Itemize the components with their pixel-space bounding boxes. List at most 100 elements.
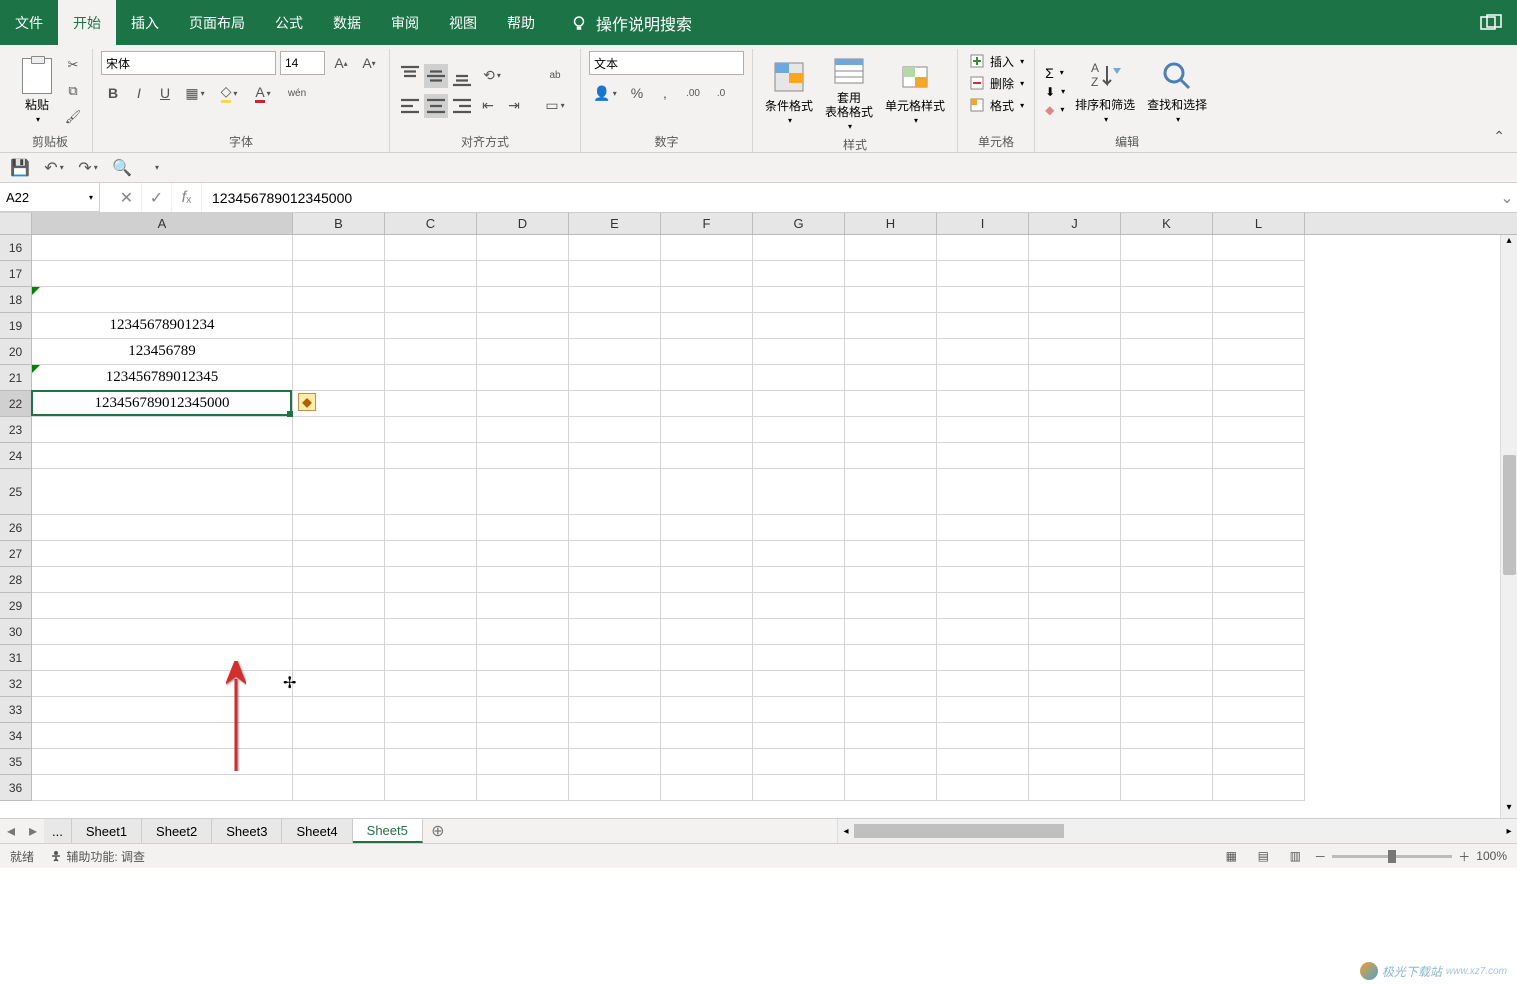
- cell-K17[interactable]: [1121, 261, 1213, 287]
- cell-L27[interactable]: [1213, 541, 1305, 567]
- cell-C19[interactable]: [385, 313, 477, 339]
- cell-L22[interactable]: [1213, 391, 1305, 417]
- cell-I36[interactable]: [937, 775, 1029, 801]
- cell-F28[interactable]: [661, 567, 753, 593]
- pinyin-button[interactable]: wén: [281, 81, 313, 105]
- name-box[interactable]: A22 ▾: [0, 183, 100, 212]
- cell-D17[interactable]: [477, 261, 569, 287]
- cell-K26[interactable]: [1121, 515, 1213, 541]
- row-header-30[interactable]: 30: [0, 619, 32, 645]
- cell-H36[interactable]: [845, 775, 937, 801]
- cell-K22[interactable]: [1121, 391, 1213, 417]
- row-header-28[interactable]: 28: [0, 567, 32, 593]
- cell-I20[interactable]: [937, 339, 1029, 365]
- normal-view-button[interactable]: ▦: [1218, 847, 1244, 865]
- cell-H34[interactable]: [845, 723, 937, 749]
- cell-D31[interactable]: [477, 645, 569, 671]
- select-all-button[interactable]: [0, 213, 32, 234]
- cell-C20[interactable]: [385, 339, 477, 365]
- cell-C25[interactable]: [385, 469, 477, 515]
- cell-E20[interactable]: [569, 339, 661, 365]
- row-header-33[interactable]: 33: [0, 697, 32, 723]
- cell-E34[interactable]: [569, 723, 661, 749]
- share-button[interactable]: [1480, 0, 1502, 45]
- cell-G18[interactable]: [753, 287, 845, 313]
- paste-button[interactable]: 粘贴 ▾: [16, 56, 58, 126]
- cell-D16[interactable]: [477, 235, 569, 261]
- cell-F34[interactable]: [661, 723, 753, 749]
- cell-H19[interactable]: [845, 313, 937, 339]
- sheet-tab-ellipsis[interactable]: ...: [44, 819, 72, 843]
- cell-H22[interactable]: [845, 391, 937, 417]
- cell-G21[interactable]: [753, 365, 845, 391]
- cell-L33[interactable]: [1213, 697, 1305, 723]
- redo-button[interactable]: ↷▾: [76, 156, 100, 180]
- align-left-button[interactable]: [398, 94, 422, 118]
- cell-D34[interactable]: [477, 723, 569, 749]
- cell-H31[interactable]: [845, 645, 937, 671]
- cell-F31[interactable]: [661, 645, 753, 671]
- menu-file[interactable]: 文件: [0, 0, 58, 45]
- cell-F32[interactable]: [661, 671, 753, 697]
- cell-B19[interactable]: [293, 313, 385, 339]
- row-header-34[interactable]: 34: [0, 723, 32, 749]
- number-format-select[interactable]: [589, 51, 744, 75]
- cell-C16[interactable]: [385, 235, 477, 261]
- cell-J21[interactable]: [1029, 365, 1121, 391]
- add-sheet-button[interactable]: ⊕: [423, 819, 453, 843]
- bold-button[interactable]: B: [101, 81, 125, 105]
- cell-L35[interactable]: [1213, 749, 1305, 775]
- col-header-L[interactable]: L: [1213, 213, 1305, 234]
- cell-G30[interactable]: [753, 619, 845, 645]
- row-header-31[interactable]: 31: [0, 645, 32, 671]
- row-header-24[interactable]: 24: [0, 443, 32, 469]
- row-header-20[interactable]: 20: [0, 339, 32, 365]
- cell-A34[interactable]: [32, 723, 293, 749]
- cell-K18[interactable]: [1121, 287, 1213, 313]
- col-header-G[interactable]: G: [753, 213, 845, 234]
- cell-J36[interactable]: [1029, 775, 1121, 801]
- cell-C27[interactable]: [385, 541, 477, 567]
- sheet-tab-Sheet5[interactable]: Sheet5: [353, 819, 423, 843]
- menu-view[interactable]: 视图: [434, 0, 492, 45]
- cell-E26[interactable]: [569, 515, 661, 541]
- merge-button[interactable]: ▭▾: [538, 94, 572, 118]
- cell-C32[interactable]: [385, 671, 477, 697]
- cell-G36[interactable]: [753, 775, 845, 801]
- error-indicator-icon[interactable]: ◆: [298, 393, 316, 411]
- cell-F27[interactable]: [661, 541, 753, 567]
- cell-F17[interactable]: [661, 261, 753, 287]
- cell-C22[interactable]: [385, 391, 477, 417]
- cell-D19[interactable]: [477, 313, 569, 339]
- undo-button[interactable]: ↶▾: [42, 156, 66, 180]
- cell-I25[interactable]: [937, 469, 1029, 515]
- cell-D36[interactable]: [477, 775, 569, 801]
- align-top-button[interactable]: [398, 64, 422, 88]
- menu-insert[interactable]: 插入: [116, 0, 174, 45]
- cell-J26[interactable]: [1029, 515, 1121, 541]
- row-header-22[interactable]: 22: [0, 391, 32, 417]
- comma-button[interactable]: ,: [653, 81, 677, 105]
- cell-F30[interactable]: [661, 619, 753, 645]
- cell-F29[interactable]: [661, 593, 753, 619]
- row-header-23[interactable]: 23: [0, 417, 32, 443]
- cell-E21[interactable]: [569, 365, 661, 391]
- increase-decimal-button[interactable]: .00: [681, 81, 705, 105]
- cell-K21[interactable]: [1121, 365, 1213, 391]
- cell-K36[interactable]: [1121, 775, 1213, 801]
- increase-indent-button[interactable]: ⇥: [502, 94, 526, 118]
- cell-F33[interactable]: [661, 697, 753, 723]
- border-button[interactable]: ▦▾: [179, 81, 211, 105]
- cell-A16[interactable]: [32, 235, 293, 261]
- cell-I24[interactable]: [937, 443, 1029, 469]
- cell-F21[interactable]: [661, 365, 753, 391]
- cell-I21[interactable]: [937, 365, 1029, 391]
- cell-B24[interactable]: [293, 443, 385, 469]
- cell-B35[interactable]: [293, 749, 385, 775]
- expand-formula-bar-button[interactable]: ⌄: [1497, 188, 1517, 208]
- cell-I17[interactable]: [937, 261, 1029, 287]
- tab-nav-prev-button[interactable]: ◂: [0, 819, 22, 843]
- cell-A22[interactable]: 123456789012345000: [32, 391, 293, 417]
- cell-F18[interactable]: [661, 287, 753, 313]
- cell-J23[interactable]: [1029, 417, 1121, 443]
